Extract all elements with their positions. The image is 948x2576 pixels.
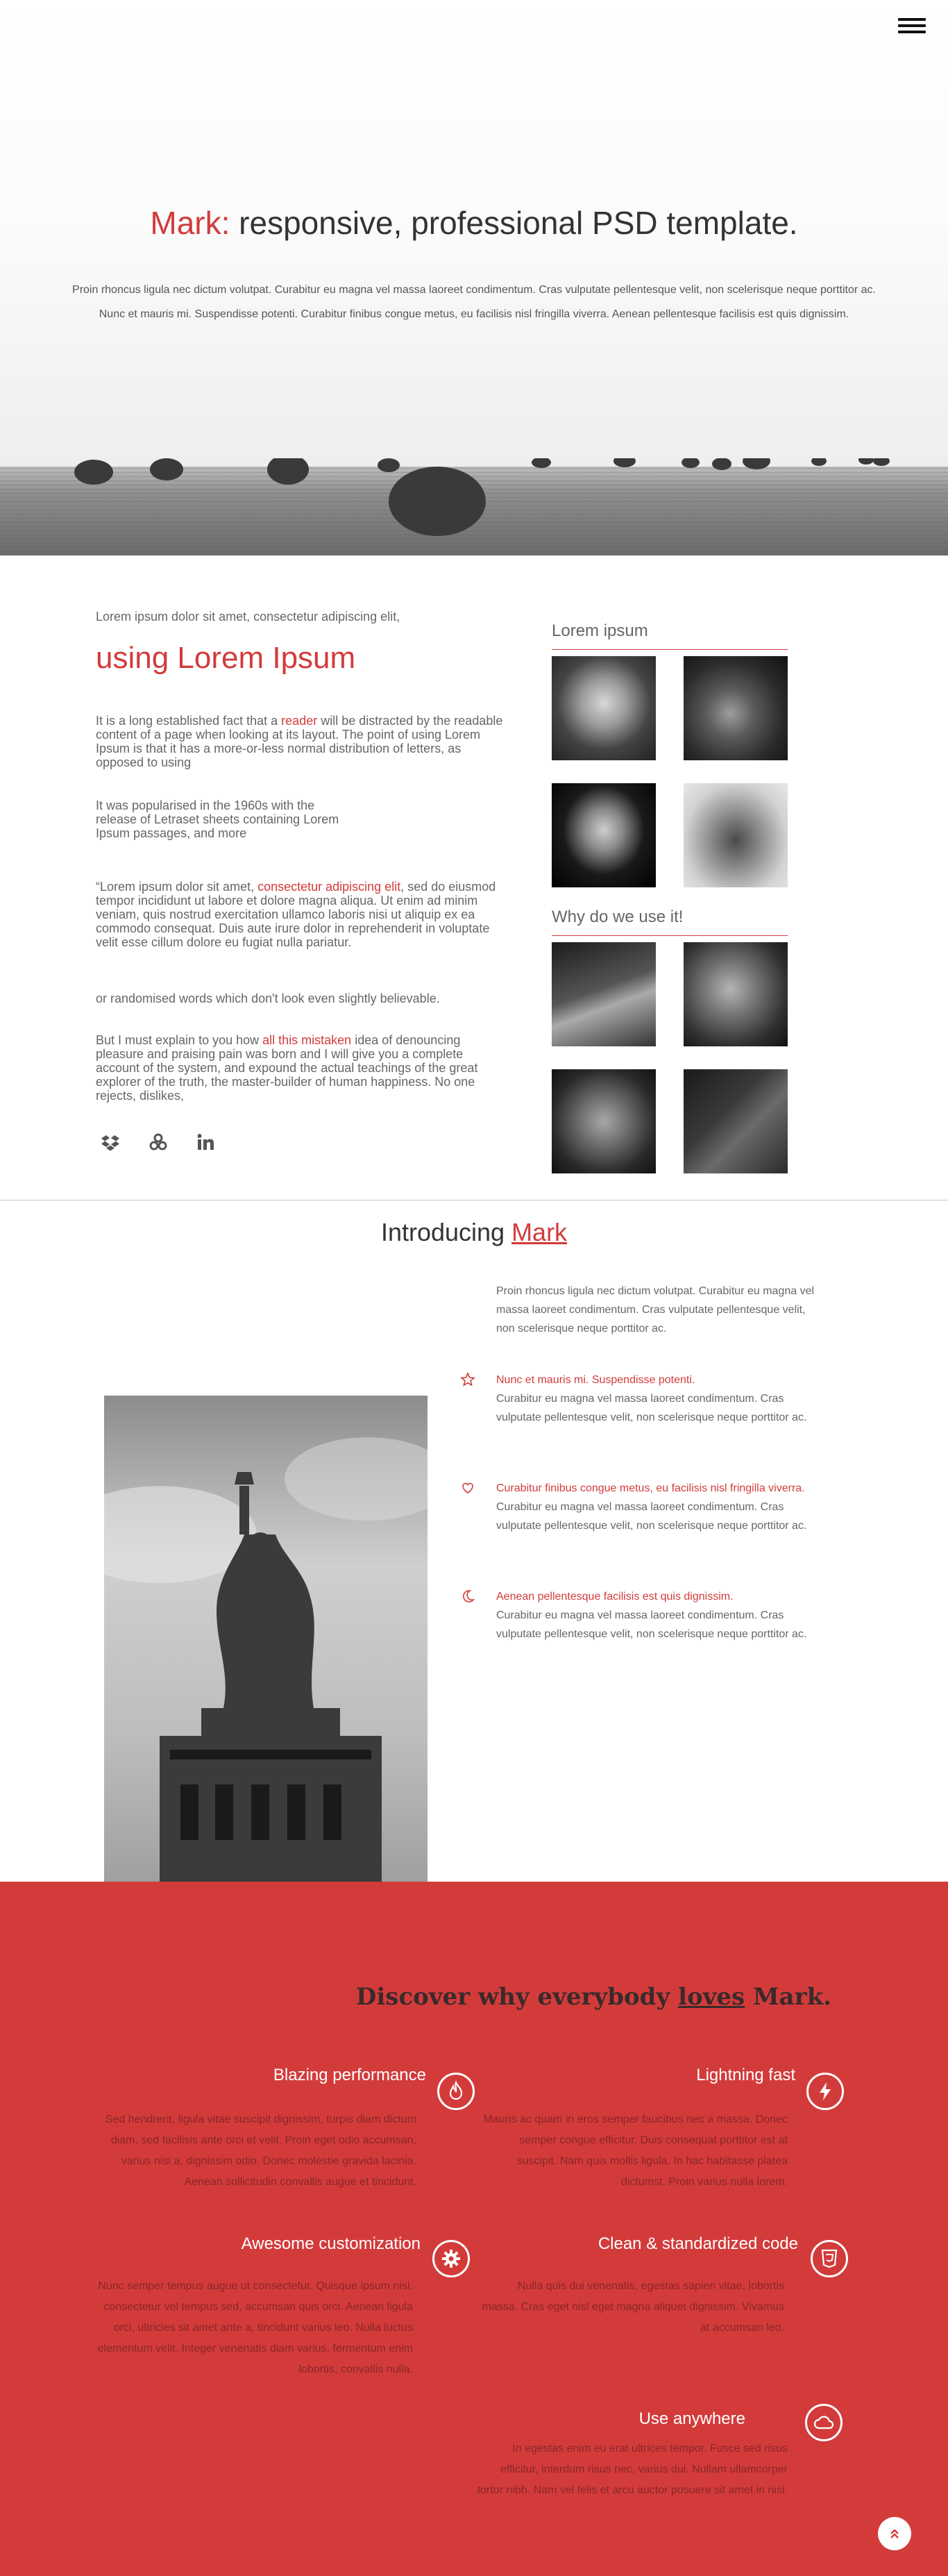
thumb-shadow-figure[interactable]: [684, 1069, 788, 1173]
feature-customization-text: Nunc semper tempus augue ut consectetur.…: [97, 2280, 413, 2375]
star-icon: [460, 1372, 475, 1387]
moon-icon: [463, 1590, 475, 1603]
feature-2-title: Curabitur finibus congue metus, eu facil…: [496, 1482, 805, 1494]
feature-3-text: Curabitur eu magna vel massa laoreet con…: [496, 1609, 807, 1640]
feature-3-title: Aenean pellentesque facilisis est quis d…: [496, 1591, 734, 1603]
feature-code-text: Nulla quis dui venenatis, egestas sapien…: [482, 2280, 784, 2334]
thumb-child-face[interactable]: [684, 656, 788, 760]
thumb-woman-hair[interactable]: [552, 656, 656, 760]
feature-2: Curabitur finibus congue metus, eu facil…: [496, 1479, 857, 1535]
thumb-boy-smiling[interactable]: [552, 1069, 656, 1173]
hay-field-image: [0, 458, 948, 555]
features-title: Discover why everybody loves Mark.: [355, 1983, 831, 2011]
cloud-icon: [805, 2404, 843, 2441]
section-divider: [0, 1200, 948, 1201]
article-lead: Lorem ipsum dolor sit amet, consectetur …: [96, 610, 400, 624]
feature-2-text: Curabitur eu magna vel massa laoreet con…: [496, 1501, 807, 1532]
article-paragraph-2: It was popularised in the 1960s with the…: [96, 798, 339, 840]
feature-lightning-text: Mauris ac quam in eros semper faucibus n…: [483, 2114, 788, 2188]
thumb-kids-street[interactable]: [684, 942, 788, 1046]
double-chevron-up-icon: [890, 2529, 899, 2539]
article-paragraph-3: “Lorem ipsum dolor sit amet, consectetur…: [96, 880, 496, 949]
linkedin-icon[interactable]: [195, 1132, 216, 1153]
feature-1: Nunc et mauris mi. Suspendisse potenti. C…: [496, 1371, 815, 1427]
thumb-plant[interactable]: [684, 783, 788, 887]
intro-lead: Proin rhoncus ligula nec dictum volutpat…: [496, 1285, 815, 1335]
feature-3: Aenean pellentesque facilisis est quis d…: [496, 1587, 815, 1644]
sidebar-title-lorem: Lorem ipsum: [552, 621, 648, 640]
article-paragraph-1: It is a long established fact that a rea…: [96, 714, 503, 769]
intro-title: Introducing Mark: [380, 1218, 568, 1246]
feature-code-title: Clean & standardized code: [598, 2234, 798, 2253]
feature-customization-title: Awesome customization: [241, 2234, 421, 2253]
feature-1-title: Nunc et mauris mi. Suspendisse potenti.: [496, 1374, 695, 1386]
heart-icon: [462, 1482, 473, 1494]
dropbox-icon[interactable]: [100, 1132, 121, 1153]
feature-anywhere-title: Use anywhere: [638, 2409, 745, 2428]
thumb-old-man[interactable]: [552, 783, 656, 887]
sidebar-title-why: Why do we use it!: [552, 908, 684, 926]
feature-anywhere-text: In egestas enim eu erat ultrices tempor.…: [477, 2443, 788, 2496]
gear-icon: [432, 2240, 470, 2277]
hero-title-rest: responsive, professional PSD template.: [230, 205, 798, 241]
hero-title: Mark: responsive, professional PSD templ…: [0, 204, 948, 242]
lightning-icon: [806, 2073, 844, 2110]
hero-text: Proin rhoncus ligula nec dictum volutpat…: [72, 284, 876, 320]
feature-blazing-title: Blazing performance: [273, 2066, 426, 2084]
fire-icon: [437, 2073, 475, 2110]
hero-title-accent: Mark:: [150, 205, 230, 241]
sidebar-rule: [552, 649, 788, 650]
share-icon[interactable]: [148, 1132, 169, 1153]
thumb-girl-sitting[interactable]: [552, 942, 656, 1046]
scroll-to-top-button[interactable]: [878, 2517, 911, 2550]
feature-lightning-title: Lightning fast: [696, 2066, 795, 2084]
feature-blazing-text: Sed hendrerit, ligula vitae suscipit dig…: [105, 2114, 416, 2188]
hero-section: Mark: responsive, professional PSD templ…: [0, 0, 948, 555]
reader-link[interactable]: reader: [281, 714, 317, 728]
article-paragraph-4: or randomised words which don't look eve…: [96, 992, 440, 1005]
intro-title-link[interactable]: Mark: [511, 1218, 567, 1246]
sidebar-rule: [552, 935, 788, 936]
feature-1-text: Curabitur eu magna vel massa laoreet con…: [496, 1393, 807, 1423]
article-paragraph-5: But I must explain to you how all this m…: [96, 1033, 478, 1103]
article-heading: using Lorem Ipsum: [96, 641, 356, 675]
mistaken-link[interactable]: all this mistaken: [262, 1033, 351, 1047]
css3-icon: [811, 2240, 848, 2277]
statue-of-liberty-image: [104, 1396, 428, 1882]
consectetur-link[interactable]: consectetur adipiscing elit: [257, 880, 400, 894]
hamburger-menu-icon[interactable]: [898, 18, 926, 36]
